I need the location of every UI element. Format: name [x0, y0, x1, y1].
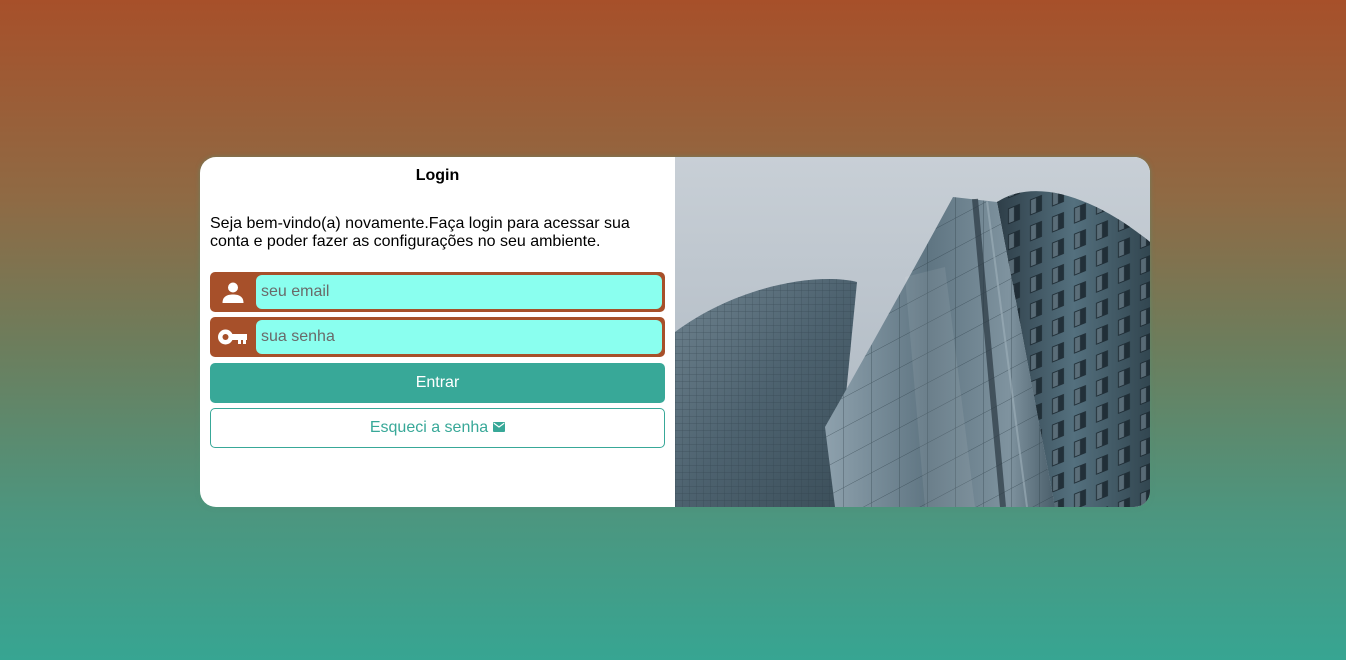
mail-icon: [493, 419, 506, 437]
forgot-password-button[interactable]: Esqueci a senha: [210, 408, 665, 448]
password-field-group: [210, 317, 665, 357]
login-button-label: Entrar: [415, 374, 460, 391]
login-button[interactable]: Entrar: [210, 363, 665, 403]
email-input[interactable]: [256, 275, 662, 309]
login-panel: Login Seja bem-vindo(a) novamente.Faça l…: [200, 157, 675, 507]
login-description: Seja bem-vindo(a) novamente.Faça login p…: [210, 215, 630, 250]
login-title: Login: [415, 167, 460, 184]
building-photo: [675, 157, 1150, 507]
login-card: Login Seja bem-vindo(a) novamente.Faça l…: [200, 157, 1150, 507]
forgot-password-label: Esqueci a senha: [369, 419, 489, 436]
key-icon: [210, 317, 256, 357]
password-input[interactable]: [256, 320, 662, 354]
email-field-group: [210, 272, 665, 312]
user-icon: [210, 272, 256, 312]
